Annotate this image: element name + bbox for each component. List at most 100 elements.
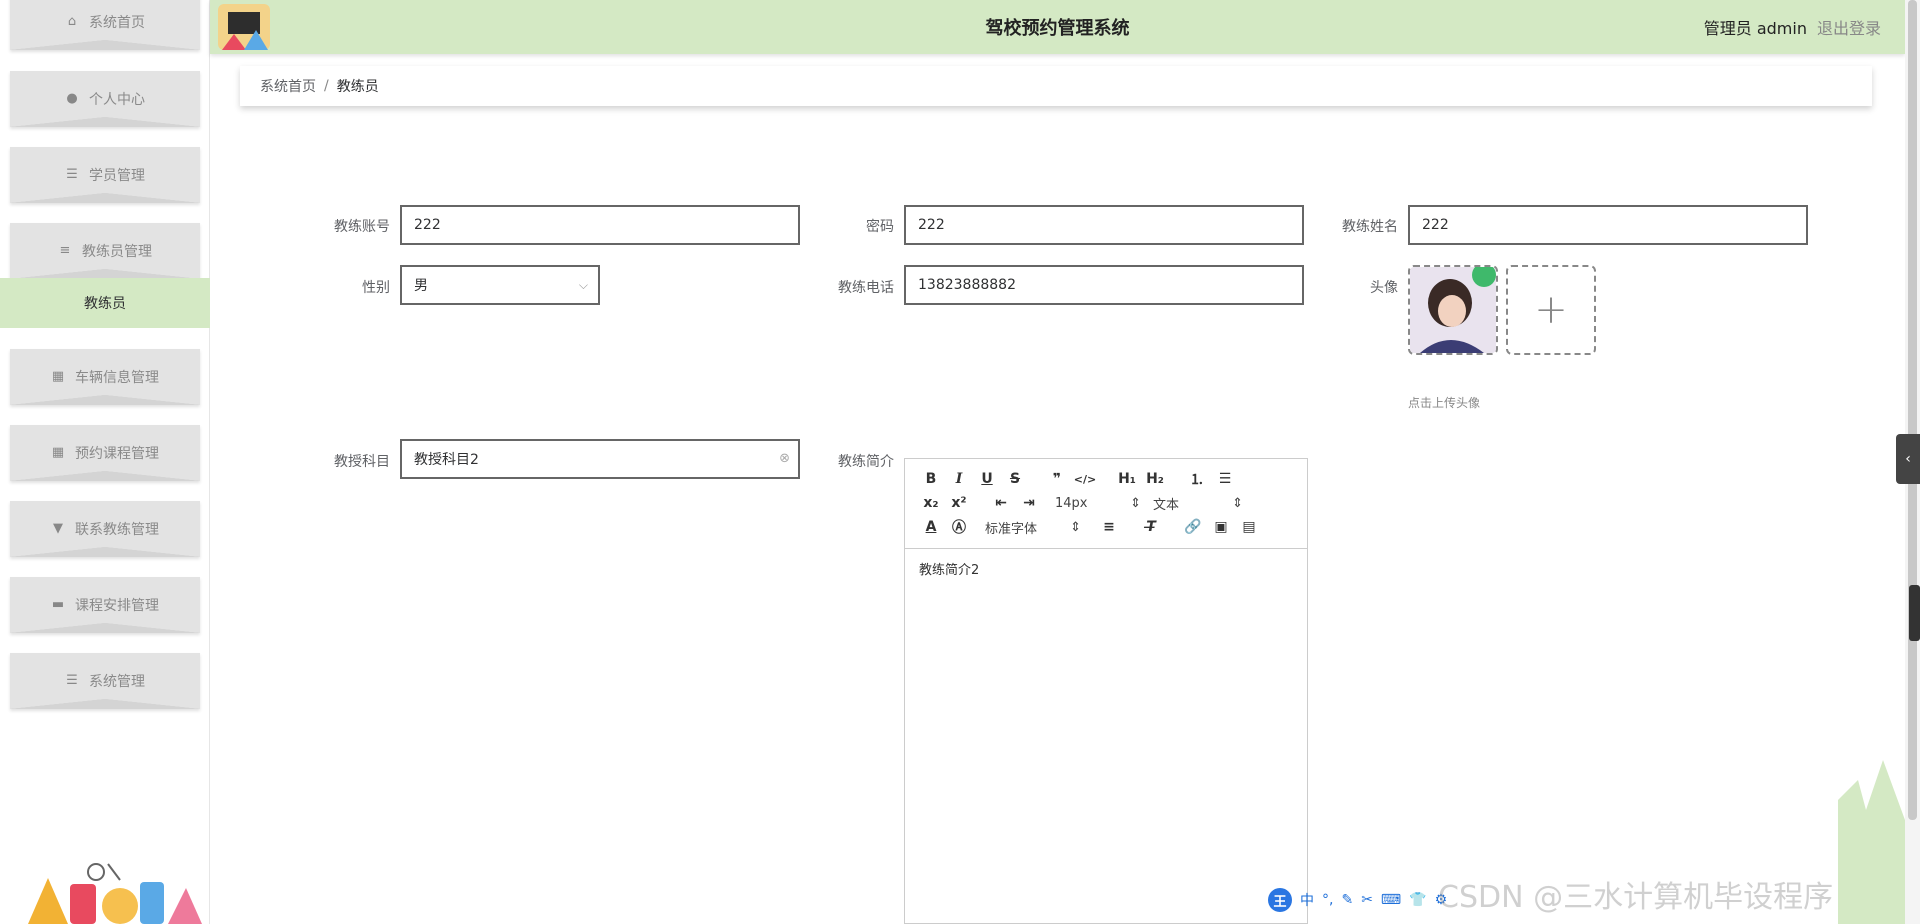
editor-content[interactable]: 教练简介2 (905, 549, 1307, 588)
avatar-upload-button[interactable]: + (1506, 265, 1596, 355)
sidebar-item-label: 个人中心 (89, 92, 145, 108)
password-input[interactable]: 222 (904, 205, 1304, 245)
sidebar-item-system-management[interactable]: ☰ 系统管理 (10, 653, 200, 709)
subject-label: 教授科目 (334, 454, 390, 470)
image-icon[interactable]: ▣ (1207, 519, 1235, 535)
scissors-icon[interactable]: ✂ (1361, 892, 1373, 908)
block-format-select[interactable]: 文本 ⇕ (1153, 494, 1243, 513)
current-user: 管理员 admin (1703, 19, 1807, 38)
clear-icon[interactable]: ⊗ (779, 451, 790, 466)
align-icon[interactable]: ≡ (1095, 519, 1123, 535)
sidebar-item-vehicle-info[interactable]: ▦ 车辆信息管理 (10, 349, 200, 405)
gender-value: 男 (414, 278, 428, 294)
font-family-select[interactable]: 标准字体 ⇕ (985, 518, 1081, 537)
chevron-left-icon[interactable]: ‹ (1896, 434, 1920, 484)
password-label: 密码 (866, 219, 894, 235)
name-input[interactable]: 222 (1408, 205, 1808, 245)
sidebar-item-contact-coach[interactable]: ▼ 联系教练管理 (10, 501, 200, 557)
subject-input[interactable]: 教授科目2 ⊗ (400, 439, 800, 479)
monitor-icon: ▬ (51, 597, 65, 612)
sidebar-item-home[interactable]: ⌂ 系统首页 (10, 0, 200, 50)
name-label: 教练姓名 (1342, 219, 1398, 235)
updown-icon: ⇕ (1232, 495, 1243, 511)
updown-icon: ⇕ (1070, 519, 1081, 535)
ime-logo-icon: 王 (1268, 888, 1292, 912)
video-icon[interactable]: ▤ (1235, 519, 1263, 535)
font-size-value: 14px (1055, 495, 1088, 511)
background-color-icon[interactable]: Ⓐ (945, 517, 973, 537)
name-value: 222 (1422, 217, 1449, 233)
blockquote-icon[interactable]: ❞ (1043, 471, 1071, 487)
code-block-icon[interactable]: </> (1071, 473, 1099, 486)
ordered-list-icon[interactable]: ⒈ (1183, 469, 1211, 489)
italic-icon[interactable]: I (945, 471, 973, 487)
subscript-icon[interactable]: x₂ (917, 495, 945, 511)
app-title: 驾校预约管理系统 (985, 18, 1130, 39)
font-color-icon[interactable]: A (917, 519, 945, 535)
sliders-icon: ≡ (59, 243, 71, 258)
scrollbar-thumb[interactable] (1908, 0, 1917, 820)
outdent-icon[interactable]: ⇤ (987, 495, 1015, 511)
watermark-text: CSDN @三水计算机毕设程序 (1438, 880, 1834, 915)
sidebar-item-student-management[interactable]: ☰ 学员管理 (10, 147, 200, 203)
font-family-value: 标准字体 (985, 521, 1038, 537)
sidebar: ⌂ 系统首页 ● 个人中心 ☰ 学员管理 ≡ 教练员管理 教练员 ▦ 车辆信息管… (0, 0, 210, 924)
font-size-select[interactable]: 14px ⇕ (1055, 496, 1141, 511)
underline-icon[interactable]: U (973, 471, 1001, 487)
bold-icon[interactable]: B (917, 471, 945, 487)
sidebar-decoration-illustration (28, 863, 202, 924)
clear-format-icon[interactable]: T̶ (1137, 519, 1165, 535)
sidebar-item-course-schedule[interactable]: ▬ 课程安排管理 (10, 577, 200, 633)
sidebar-item-booking-course[interactable]: ▦ 预约课程管理 (10, 425, 200, 481)
sidebar-item-label: 车辆信息管理 (75, 370, 159, 386)
logout-link[interactable]: 退出登录 (1817, 15, 1881, 39)
subject-value: 教授科目2 (414, 452, 479, 468)
sidebar-item-coach-management[interactable]: ≡ 教练员管理 (10, 223, 200, 279)
pen-icon[interactable]: ✎ (1341, 892, 1353, 908)
intro-value: 教练简介2 (919, 563, 980, 578)
gender-select[interactable]: 男 ⌵ (400, 265, 600, 305)
grid-icon: ▦ (51, 445, 65, 460)
heading1-icon[interactable]: H₁ (1113, 471, 1141, 487)
list-icon: ☰ (66, 167, 78, 182)
ime-toolbar[interactable]: 王 中 °, ✎ ✂ ⌨ 👕 ⚙ (1268, 888, 1447, 912)
account-label: 教练账号 (334, 219, 390, 235)
link-icon[interactable]: 🔗 (1179, 519, 1207, 535)
updown-icon: ⇕ (1130, 495, 1141, 511)
breadcrumb-home[interactable]: 系统首页 (260, 76, 316, 96)
password-value: 222 (918, 217, 945, 233)
brush-icon: ▼ (53, 521, 63, 536)
sidebar-subitem-coach[interactable]: 教练员 (0, 278, 210, 328)
sidebar-item-label: 预约课程管理 (75, 446, 159, 462)
corner-decoration (1838, 760, 1905, 924)
chevron-down-icon: ⌵ (578, 278, 588, 292)
keyboard-icon[interactable]: ⌨ (1381, 892, 1401, 908)
bullet-list-icon[interactable]: ☰ (1211, 471, 1239, 487)
side-handle[interactable] (1909, 585, 1920, 641)
gender-label: 性别 (362, 280, 390, 296)
phone-value: 13823888882 (918, 277, 1016, 293)
grid-icon: ▦ (51, 369, 65, 384)
indent-icon[interactable]: ⇥ (1015, 495, 1043, 511)
breadcrumb-separator: / (324, 78, 329, 94)
breadcrumb-current: 教练员 (336, 79, 379, 95)
superscript-icon[interactable]: x² (945, 495, 973, 511)
heading2-icon[interactable]: H₂ (1141, 471, 1169, 487)
punctuation-icon[interactable]: °, (1322, 892, 1333, 908)
sidebar-item-personal-center[interactable]: ● 个人中心 (10, 71, 200, 127)
breadcrumb: 系统首页 / 教练员 (240, 66, 1872, 106)
top-header: 驾校预约管理系统 管理员 admin 退出登录 (210, 0, 1905, 54)
intro-label: 教练简介 (838, 454, 894, 470)
account-input[interactable]: 222 (400, 205, 800, 245)
ime-mode[interactable]: 中 (1300, 890, 1314, 910)
sidebar-item-label: 系统首页 (89, 15, 145, 31)
intro-editor: B I U S ❞ </> H₁ H₂ ⒈ ☰ x₂ x² ⇤ ⇥ 14px ⇕… (904, 458, 1308, 924)
sidebar-subitem-label: 教练员 (84, 296, 126, 312)
avatar-image[interactable] (1408, 265, 1498, 355)
sidebar-item-label: 学员管理 (89, 168, 145, 184)
menu-icon: ☰ (66, 673, 78, 688)
home-icon: ⌂ (67, 14, 77, 29)
phone-input[interactable]: 13823888882 (904, 265, 1304, 305)
strikethrough-icon[interactable]: S (1001, 471, 1029, 487)
shirt-icon[interactable]: 👕 (1409, 892, 1426, 908)
